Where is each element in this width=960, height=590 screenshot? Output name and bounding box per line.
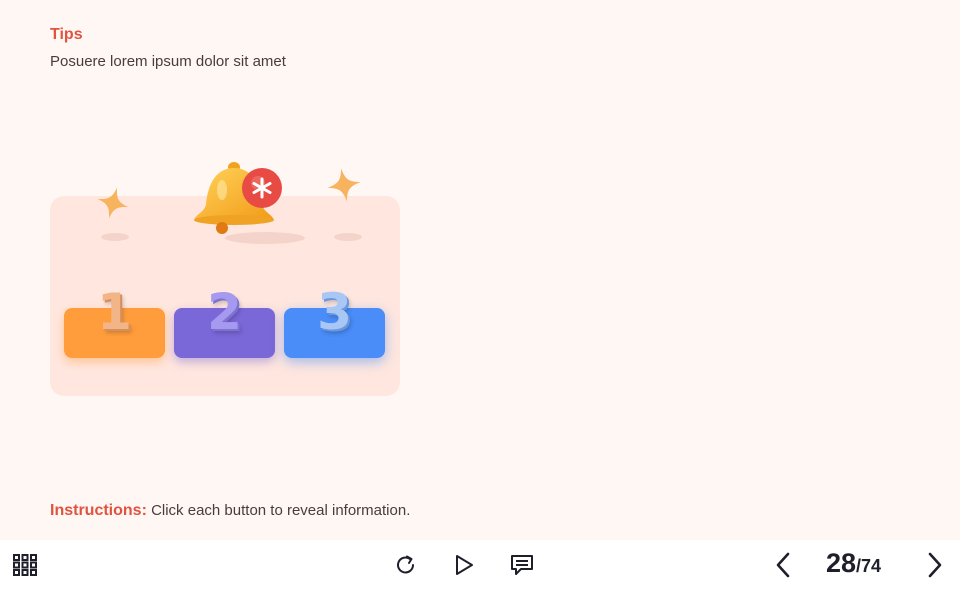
- slide-title: Tips: [50, 26, 83, 43]
- chat-icon: [511, 555, 533, 575]
- button-number-3[interactable]: 3: [284, 283, 385, 341]
- instructions: Instructions: Click each button to revea…: [50, 502, 410, 520]
- menu-button[interactable]: [10, 551, 40, 579]
- star-icon: [327, 168, 361, 202]
- instructions-label: Instructions:: [50, 502, 147, 519]
- transcript-button[interactable]: [508, 551, 536, 579]
- play-icon: [456, 555, 473, 575]
- replay-icon: [397, 555, 414, 574]
- star-icon: [97, 187, 129, 219]
- page-current: 28: [826, 548, 857, 578]
- grid-menu-icon: [13, 554, 37, 576]
- button-number-2[interactable]: 2: [174, 283, 275, 341]
- replay-button[interactable]: [392, 551, 420, 579]
- page-counter: 28 /74: [826, 548, 896, 584]
- chevron-right-icon: [928, 552, 942, 578]
- notification-badge-icon: [242, 168, 282, 208]
- button-number-1[interactable]: 1: [64, 283, 165, 341]
- page-total: /74: [856, 556, 882, 576]
- chevron-left-icon: [776, 552, 790, 578]
- instructions-text: Click each button to reveal information.: [151, 502, 411, 519]
- slide: Tips Posuere lorem ipsum dolor sit amet: [0, 0, 960, 540]
- play-button[interactable]: [450, 551, 478, 579]
- slide-subtitle: Posuere lorem ipsum dolor sit amet: [50, 53, 286, 70]
- previous-button[interactable]: [770, 550, 796, 580]
- player-toolbar: [0, 540, 960, 590]
- next-button[interactable]: [922, 550, 948, 580]
